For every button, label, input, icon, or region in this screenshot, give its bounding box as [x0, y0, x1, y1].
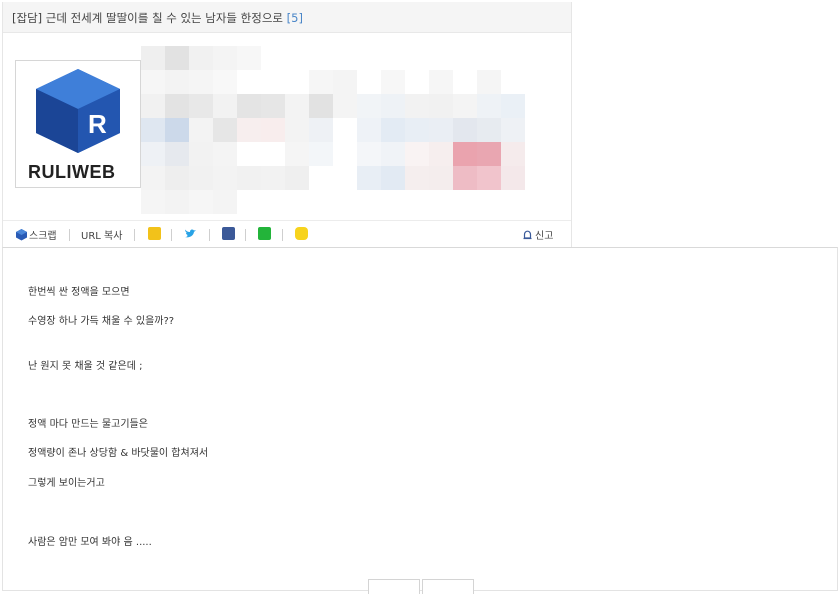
post-title[interactable]: [잡담] 근데 전세계 딸딸이를 칠 수 있는 남자들 한정으로 [5] [12, 10, 303, 26]
post-thumbnail[interactable]: R RULIWEB [15, 60, 141, 188]
svg-text:R: R [88, 109, 107, 139]
divider [282, 229, 283, 241]
scrap-icon[interactable] [15, 228, 28, 241]
divider [134, 229, 135, 241]
divider [69, 229, 70, 241]
page: [잡담] 근데 전세계 딸딸이를 칠 수 있는 남자들 한정으로 [5] R R… [0, 0, 838, 594]
url-copy-button[interactable]: URL 복사 [81, 227, 122, 242]
report-button[interactable]: 신고 [535, 227, 553, 242]
recommend-button[interactable] [368, 579, 420, 594]
divider [245, 229, 246, 241]
post-title-text[interactable]: [잡담] 근데 전세계 딸딸이를 칠 수 있는 남자들 한정으로 [12, 11, 283, 25]
unrecommend-button[interactable] [422, 579, 474, 594]
body-line: 사람은 암만 모여 봐야 음 ..... [28, 537, 152, 548]
share-bar: 스크랩 URL 복사 신고 [3, 220, 571, 249]
logo-wordmark: RULIWEB [28, 162, 116, 182]
title-bar: [잡담] 근데 전세계 딸딸이를 칠 수 있는 남자들 한정으로 [5] [3, 2, 571, 33]
body-line: 난 원지 못 채울 것 같은데 ; [28, 361, 143, 372]
naver-icon[interactable] [258, 227, 271, 240]
post-header: [잡담] 근데 전세계 딸딸이를 칠 수 있는 남자들 한정으로 [5] R R… [2, 2, 572, 248]
twitter-icon[interactable] [184, 228, 198, 240]
report-icon[interactable] [523, 230, 532, 240]
body-line: 정액량이 존나 상당함 & 바닷물이 합쳐져서 [28, 448, 209, 459]
body-line: 정액 마다 만드는 물고기들은 [28, 419, 148, 430]
kakaostory-icon[interactable] [148, 227, 161, 240]
facebook-icon[interactable] [222, 227, 235, 240]
scrap-button[interactable]: 스크랩 [29, 227, 57, 242]
post-content: 한번씩 싼 정액을 모으면 수영장 하나 가득 채울 수 있을까?? 난 원지 … [2, 247, 838, 594]
kakaotalk-icon[interactable] [295, 227, 308, 240]
body-line: 그렇게 보이는거고 [28, 478, 105, 489]
divider [209, 229, 210, 241]
body-line: 한번씩 싼 정액을 모으면 [28, 287, 130, 298]
divider [171, 229, 172, 241]
body-line: 수영장 하나 가득 채울 수 있을까?? [28, 316, 175, 327]
comment-count[interactable]: [5] [287, 11, 303, 25]
